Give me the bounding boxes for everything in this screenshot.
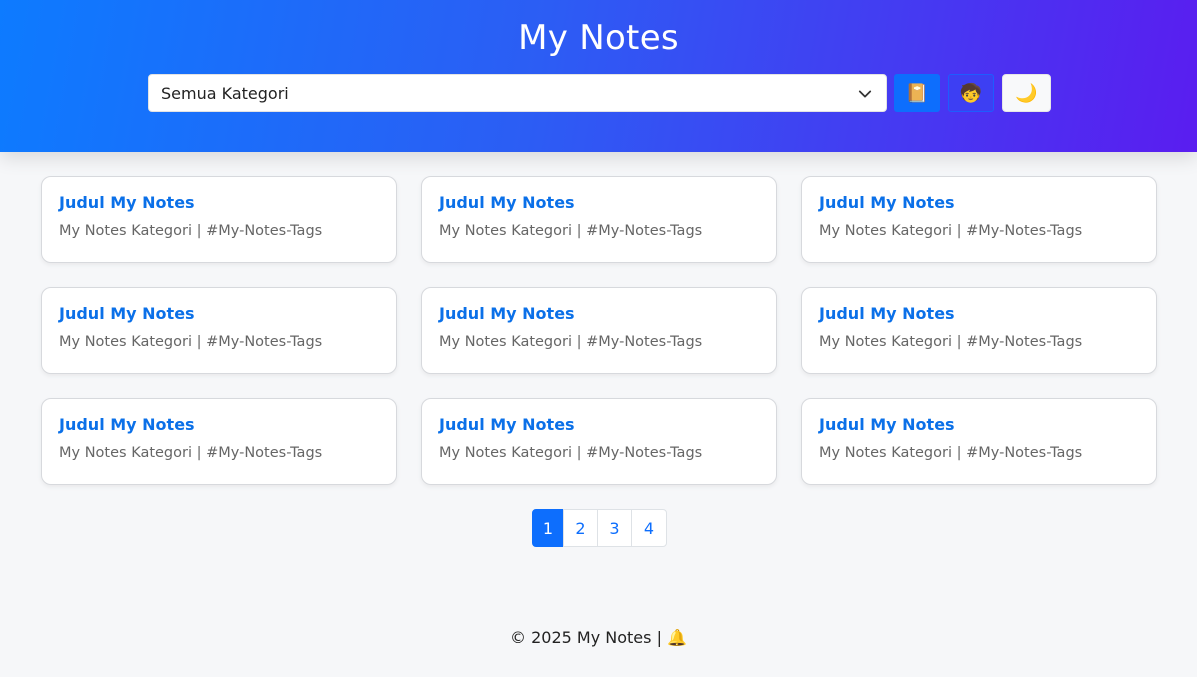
page-link-2[interactable]: 2 (563, 509, 598, 547)
note-card[interactable]: Judul My Notes My Notes Kategori | #My-N… (41, 287, 397, 374)
note-card[interactable]: Judul My Notes My Notes Kategori | #My-N… (421, 287, 777, 374)
category-select[interactable]: Semua Kategori (148, 74, 887, 112)
note-title[interactable]: Judul My Notes (439, 193, 575, 212)
note-title[interactable]: Judul My Notes (439, 415, 575, 434)
note-title[interactable]: Judul My Notes (819, 193, 955, 212)
bell-icon: 🔔 (667, 628, 687, 647)
note-card[interactable]: Judul My Notes My Notes Kategori | #My-N… (801, 398, 1157, 485)
pagination: 1 2 3 4 (532, 509, 667, 547)
moon-icon: 🌙 (1015, 82, 1038, 104)
note-meta: My Notes Kategori | #My-Notes-Tags (59, 445, 323, 461)
notes-button[interactable]: 📔 (894, 74, 940, 112)
note-meta: My Notes Kategori | #My-Notes-Tags (819, 445, 1083, 461)
page-link-1[interactable]: 1 (532, 509, 564, 547)
footer-text: © 2025 My Notes | (510, 628, 668, 647)
note-card[interactable]: Judul My Notes My Notes Kategori | #My-N… (421, 176, 777, 263)
note-title[interactable]: Judul My Notes (819, 304, 955, 323)
note-meta: My Notes Kategori | #My-Notes-Tags (439, 334, 703, 350)
category-select-value: Semua Kategori (161, 84, 289, 103)
footer: © 2025 My Notes | 🔔 (0, 628, 1197, 647)
page-link-4[interactable]: 4 (631, 509, 667, 547)
profile-icon: 🧒 (959, 82, 983, 104)
note-card[interactable]: Judul My Notes My Notes Kategori | #My-N… (801, 176, 1157, 263)
note-meta: My Notes Kategori | #My-Notes-Tags (439, 223, 703, 239)
note-meta: My Notes Kategori | #My-Notes-Tags (819, 334, 1083, 350)
header: My Notes Semua Kategori 📔 🧒 🌙 (0, 0, 1197, 152)
note-title[interactable]: Judul My Notes (59, 304, 195, 323)
note-meta: My Notes Kategori | #My-Notes-Tags (59, 223, 323, 239)
note-title[interactable]: Judul My Notes (819, 415, 955, 434)
note-card[interactable]: Judul My Notes My Notes Kategori | #My-N… (801, 287, 1157, 374)
note-title[interactable]: Judul My Notes (59, 193, 195, 212)
page-title: My Notes (518, 18, 679, 58)
page-link-3[interactable]: 3 (597, 509, 632, 547)
note-card[interactable]: Judul My Notes My Notes Kategori | #My-N… (41, 176, 397, 263)
note-title[interactable]: Judul My Notes (439, 304, 575, 323)
note-meta: My Notes Kategori | #My-Notes-Tags (59, 334, 323, 350)
note-card[interactable]: Judul My Notes My Notes Kategori | #My-N… (41, 398, 397, 485)
notebook-icon: 📔 (905, 82, 929, 104)
profile-button[interactable]: 🧒 (948, 74, 994, 112)
chevron-down-icon (858, 90, 872, 98)
note-card[interactable]: Judul My Notes My Notes Kategori | #My-N… (421, 398, 777, 485)
note-meta: My Notes Kategori | #My-Notes-Tags (819, 223, 1083, 239)
note-meta: My Notes Kategori | #My-Notes-Tags (439, 445, 703, 461)
note-title[interactable]: Judul My Notes (59, 415, 195, 434)
theme-toggle-button[interactable]: 🌙 (1002, 74, 1051, 112)
